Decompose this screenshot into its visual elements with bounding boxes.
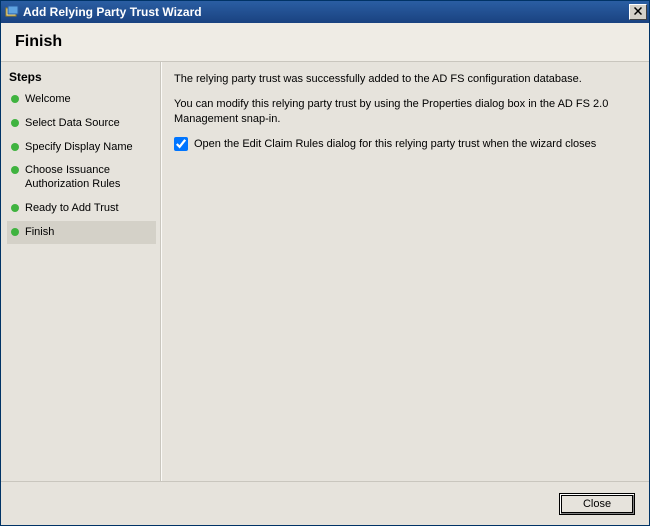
bullet-icon xyxy=(11,228,19,236)
step-label: Specify Display Name xyxy=(25,141,133,155)
step-label: Choose Issuance Authorization Rules xyxy=(25,164,152,192)
step-welcome[interactable]: Welcome xyxy=(7,88,156,112)
footer: Close xyxy=(1,481,649,525)
step-choose-issuance-auth-rules[interactable]: Choose Issuance Authorization Rules xyxy=(7,159,156,197)
step-label: Welcome xyxy=(25,93,71,107)
checkbox-label: Open the Edit Claim Rules dialog for thi… xyxy=(194,137,596,152)
app-icon xyxy=(5,5,19,19)
sidebar-heading: Steps xyxy=(7,68,156,88)
bullet-icon xyxy=(11,143,19,151)
window-close-button[interactable] xyxy=(629,4,647,20)
step-specify-display-name[interactable]: Specify Display Name xyxy=(7,136,156,160)
step-label: Ready to Add Trust xyxy=(25,202,119,216)
bullet-icon xyxy=(11,95,19,103)
modify-hint: You can modify this relying party trust … xyxy=(174,97,637,127)
header-area: Finish xyxy=(1,23,649,62)
step-finish[interactable]: Finish xyxy=(7,221,156,245)
close-icon xyxy=(634,7,642,18)
checkbox-row: Open the Edit Claim Rules dialog for thi… xyxy=(174,137,637,152)
bullet-icon xyxy=(11,166,19,174)
bullet-icon xyxy=(11,204,19,212)
step-ready-to-add-trust[interactable]: Ready to Add Trust xyxy=(7,197,156,221)
titlebar: Add Relying Party Trust Wizard xyxy=(1,1,649,23)
step-select-data-source[interactable]: Select Data Source xyxy=(7,112,156,136)
step-label: Select Data Source xyxy=(25,117,120,131)
success-message: The relying party trust was successfully… xyxy=(174,72,637,87)
open-edit-claim-rules-checkbox[interactable] xyxy=(174,137,188,151)
sidebar: Steps Welcome Select Data Source Specify… xyxy=(1,62,161,481)
page-title: Finish xyxy=(15,33,635,51)
content-text: The relying party trust was successfully… xyxy=(174,72,637,151)
window-title: Add Relying Party Trust Wizard xyxy=(23,5,629,19)
step-label: Finish xyxy=(25,226,54,240)
bullet-icon xyxy=(11,119,19,127)
close-button[interactable]: Close xyxy=(559,493,635,515)
body-area: Steps Welcome Select Data Source Specify… xyxy=(1,62,649,481)
wizard-window: Add Relying Party Trust Wizard Finish St… xyxy=(0,0,650,526)
content-area: The relying party trust was successfully… xyxy=(161,62,649,481)
